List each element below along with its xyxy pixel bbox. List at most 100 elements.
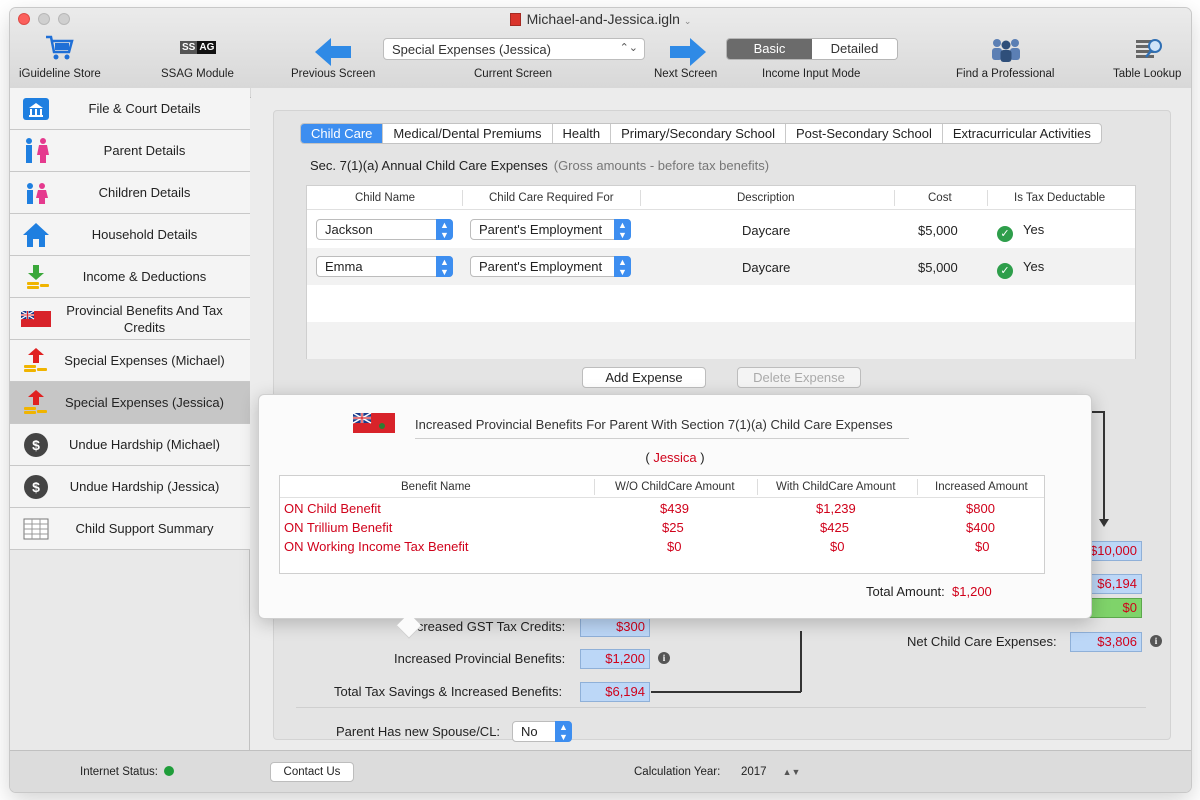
previous-screen-label[interactable]: Previous Screen [291,68,375,80]
ssag-label[interactable]: SSAG Module [161,68,234,80]
sidebar-item-label: Household Details [91,227,198,242]
sidebar-item-household-details[interactable]: Household Details [10,214,250,256]
column-header: With ChildCare Amount [776,481,896,493]
table-header: Child Name Child Care Required For Descr… [307,186,1135,210]
svg-text:$: $ [32,479,40,495]
connector-line [800,631,802,692]
checkmark-icon: ✓ [997,226,1013,242]
tab-primary-secondary[interactable]: Primary/Secondary School [611,124,787,143]
income-mode-segmented: Basic Detailed [726,38,898,60]
info-icon[interactable]: i [1150,635,1162,647]
net-child-care-value: $3,806 [1070,632,1142,652]
cost-cell[interactable]: $5,000 [918,260,958,275]
table-lookup-label[interactable]: Table Lookup [1113,68,1181,80]
sidebar-item-special-expenses-jessica[interactable]: Special Expenses (Jessica) [10,382,250,424]
child-name-select[interactable]: Emma ▲ ▼ [316,256,453,277]
house-icon [19,220,53,250]
sidebar-item-undue-hardship-jessica[interactable]: $ Undue Hardship (Jessica) [10,466,250,508]
ontario-flag-icon [353,413,395,433]
required-for-select[interactable]: Parent's Employment ▲ ▼ [470,256,631,277]
description-cell[interactable]: Daycare [742,260,790,275]
sidebar-item-provincial-benefits[interactable]: Provincial Benefits And Tax Credits [10,298,250,340]
current-screen-select[interactable]: Special Expenses (Jessica) ⌃⌄ [383,38,645,60]
divider [296,707,1146,708]
updown-chevron-icon: ▲▼ [614,256,631,277]
tab-child-care[interactable]: Child Care [301,124,384,143]
sidebar-item-parent-details[interactable]: Parent Details [10,130,250,172]
column-header: Is Tax Deductable [1014,192,1106,204]
section-subtitle: (Gross amounts - before tax benefits) [553,158,770,173]
sidebar-item-children-details[interactable]: Children Details [10,172,250,214]
provincial-benefits-label: Increased Provincial Benefits: [394,651,566,666]
table-header: Benefit Name W/O ChildCare Amount With C… [280,476,1044,498]
deductible-cell[interactable]: ✓ Yes [997,222,1044,242]
tab-extracurricular[interactable]: Extracurricular Activities [943,124,1101,143]
column-header: Description [737,192,795,204]
connector-line [651,691,801,693]
expenses-icon [19,346,53,376]
child-name-select[interactable]: Jackson ▲ ▼ [316,219,453,240]
spouse-select[interactable]: No ▲ ▼ [512,721,572,742]
sidebar-item-income-deductions[interactable]: Income & Deductions [10,256,250,298]
table-lookup-icon[interactable] [1134,36,1164,62]
table-row-empty [307,322,1135,359]
popover-parent: ( Jessica ) [645,450,705,465]
children-icon [19,178,53,208]
parents-icon [19,136,53,166]
contact-us-button[interactable]: Contact Us [270,762,354,782]
calculation-year-select[interactable]: 2017 ▲▼ [741,766,800,778]
table-row: ON Child Benefit $439 $1,239 $800 [284,501,995,516]
window-title: Michael-and-Jessica.igln ⌄ [10,11,1191,27]
popover-total-value: $1,200 [952,584,992,599]
sidebar-item-child-support-summary[interactable]: Child Support Summary [10,508,250,550]
popover-title: Increased Provincial Benefits For Parent… [415,417,909,439]
cost-cell[interactable]: $5,000 [918,223,958,238]
table-row: ON Trillium Benefit $25 $425 $400 [284,520,995,535]
mode-detailed-button[interactable]: Detailed [812,39,897,59]
ssag-icon[interactable]: SS AG [180,41,217,54]
svg-text:$: $ [32,437,40,453]
next-screen-label[interactable]: Next Screen [654,68,717,80]
table-row[interactable]: Emma ▲ ▼ Parent's Employment ▲ ▼ Daycare $5,… [307,248,1135,285]
column-header: Benefit Name [401,481,471,493]
column-header: Increased Amount [935,481,1028,493]
required-for-select[interactable]: Parent's Employment ▲ ▼ [470,219,631,240]
parent-name: Jessica [653,450,697,465]
find-professional-label[interactable]: Find a Professional [956,68,1054,80]
sidebar-item-special-expenses-michael[interactable]: Special Expenses (Michael) [10,340,250,382]
provincial-benefits-value: $1,200 [580,649,650,669]
courthouse-icon [19,94,53,124]
add-expense-button[interactable]: Add Expense [582,367,706,388]
online-status-dot-icon [164,766,174,776]
sidebar-item-label: Undue Hardship (Michael) [68,437,220,452]
tab-post-secondary[interactable]: Post-Secondary School [786,124,943,143]
mode-basic-button[interactable]: Basic [727,39,812,59]
tab-medical-dental[interactable]: Medical/Dental Premiums [383,124,553,143]
ontario-flag-icon [19,304,53,334]
arrow-down-icon [1099,519,1109,527]
sidebar-item-file-court[interactable]: File & Court Details [10,88,250,130]
tab-health[interactable]: Health [553,124,612,143]
updown-chevron-icon: ▲▼ [436,219,453,240]
document-icon [509,13,521,26]
updown-chevron-icon: ⌃⌄ [619,42,638,54]
sidebar-item-label: File & Court Details [88,101,201,116]
total-savings-label: Total Tax Savings & Increased Benefits: [334,684,563,699]
store-label[interactable]: iGuideline Store [19,68,101,80]
connector-line [1103,411,1105,521]
internet-status: Internet Status: [80,766,174,778]
sidebar-item-label: Income & Deductions [82,269,207,284]
info-icon[interactable]: i [658,652,670,664]
provincial-benefits-popover: Increased Provincial Benefits For Parent… [258,394,1092,619]
next-screen-arrow-icon[interactable] [670,38,706,66]
deductible-cell[interactable]: ✓ Yes [997,259,1044,279]
table-row[interactable]: Jackson ▲ ▼ Parent's Employment ▲ ▼ Daycare … [307,211,1135,248]
cart-icon[interactable] [44,34,74,62]
income-mode-label: Income Input Mode [762,68,861,80]
description-cell[interactable]: Daycare [742,223,790,238]
delete-expense-button[interactable]: Delete Expense [737,367,861,388]
previous-screen-arrow-icon[interactable] [315,38,351,66]
professionals-icon[interactable] [989,36,1023,62]
sidebar-item-undue-hardship-michael[interactable]: $ Undue Hardship (Michael) [10,424,250,466]
popover-total: Total Amount: $1,200 [866,584,992,599]
